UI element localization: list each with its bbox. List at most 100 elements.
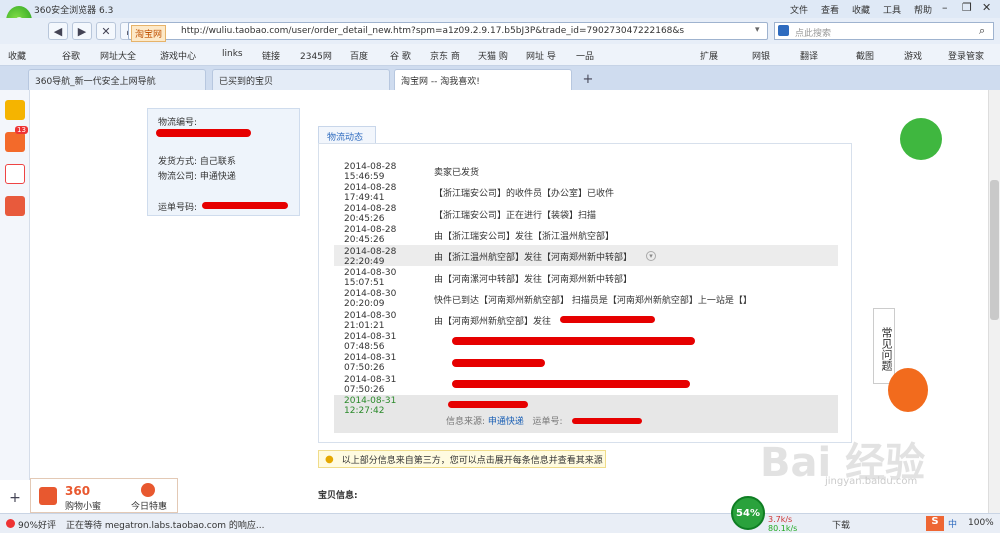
assistant-icon[interactable] <box>888 368 928 412</box>
logistics-row[interactable]: 2014-08-28 17:49:41 【浙江瑞安公司】的收件员【办公室】已收件 <box>334 182 836 203</box>
redacted-mark <box>560 316 655 324</box>
rating-text[interactable]: 90%好评 <box>18 518 56 531</box>
shopping-panel: 360 购物小蜜 今日特惠 <box>30 478 178 513</box>
fav-item[interactable]: 网址大全 <box>100 49 136 62</box>
redacted-mark <box>452 337 695 346</box>
bulb-icon: ● <box>325 453 334 465</box>
menu-tools[interactable]: 工具 <box>883 3 901 16</box>
tab-bought[interactable]: 已买到的宝贝 <box>212 69 390 90</box>
logistics-row[interactable]: 2014-08-28 15:46:59 卖家已发货 <box>334 161 836 182</box>
fav-item[interactable]: 谷 歌 <box>390 49 411 62</box>
download-button[interactable]: 下载 <box>832 518 850 531</box>
rating-icon <box>6 519 15 528</box>
download-speed: 80.1k/s <box>768 524 798 533</box>
network-progress-badge[interactable]: 54% <box>731 496 765 530</box>
logistics-row[interactable]: 2014-08-30 15:07:51 由【河南漯河中转部】发往【河南郑州新中转部… <box>334 268 836 289</box>
tab-taobao[interactable]: 淘宝网 -- 淘我喜欢! <box>394 69 572 90</box>
close-window-icon[interactable]: ✕ <box>982 1 991 14</box>
fav-item[interactable]: 翻译 <box>800 49 818 62</box>
logistics-row[interactable]: 2014-08-31 12:27:42 <box>334 395 836 416</box>
minimize-icon[interactable]: – <box>942 1 948 14</box>
fav-item[interactable]: 谷歌 <box>62 49 80 62</box>
menu-help[interactable]: 帮助 <box>914 3 932 16</box>
logistics-desc: 由【河南漯河中转部】发往【河南郑州新中转部】 <box>434 274 633 285</box>
order-info-panel: 物流编号: 发货方式: 自己联系 物流公司: 申通快递 运单号码: <box>147 108 300 216</box>
search-input[interactable]: 点此搜索 <box>795 26 831 39</box>
forward-icon[interactable]: ▶ <box>72 22 92 40</box>
fav-item[interactable]: 游戏中心 <box>160 49 196 62</box>
logistics-time: 2014-08-28 20:45:26 <box>344 204 397 225</box>
scrollbar[interactable] <box>988 90 1000 513</box>
logistics-time: 2014-08-31 07:48:56 <box>344 331 397 352</box>
back-icon[interactable]: ◀ <box>48 22 68 40</box>
fav-item[interactable]: 2345网 <box>300 49 332 62</box>
menu-view[interactable]: 查看 <box>821 3 839 16</box>
fav-item[interactable]: 登录管家 <box>948 49 984 62</box>
redacted-mark <box>202 202 288 209</box>
logistics-time: 2014-08-31 07:50:26 <box>344 353 397 374</box>
waybill-label: 运单号码: <box>158 203 198 213</box>
ime-mode[interactable]: 中 <box>948 517 957 530</box>
brand-360: 360 <box>65 484 91 498</box>
shopping-assistant-link[interactable]: 购物小蜜 <box>65 499 101 512</box>
fav-item[interactable]: 百度 <box>350 49 368 62</box>
logistics-time: 2014-08-28 20:45:26 <box>344 225 397 246</box>
add-icon[interactable]: + <box>7 490 23 506</box>
daily-deals-link[interactable]: 今日特惠 <box>131 499 167 512</box>
tab-logistics[interactable]: 物流动态 <box>318 126 376 144</box>
logistics-time: 2014-08-28 15:46:59 <box>344 161 397 182</box>
logistics-row[interactable]: 2014-08-31 07:50:26 <box>334 353 836 374</box>
logistics-row[interactable]: 2014-08-28 20:45:26 【浙江瑞安公司】正在进行【装袋】扫描 <box>334 204 836 225</box>
item-section-title: 宝贝信息: <box>318 491 358 501</box>
zoom-level[interactable]: 100% <box>968 518 994 528</box>
deal-icon <box>141 483 155 497</box>
fav-item[interactable]: 链接 <box>262 49 280 62</box>
address-bar[interactable]: 淘宝网 http://wuliu.taobao.com/user/order_d… <box>128 22 768 42</box>
fav-item[interactable]: 天猫 购 <box>478 49 508 62</box>
fav-item[interactable]: links <box>222 49 243 59</box>
logistics-row[interactable]: 2014-08-30 20:20:09 快件已到达【河南郑州新航空部】 扫描员是【… <box>334 289 836 310</box>
logistics-row[interactable]: 2014-08-28 20:45:26 由【浙江瑞安公司】发往【浙江温州航空部】 <box>334 225 836 246</box>
logistics-row[interactable]: 2014-08-28 22:20:49 由【浙江温州航空部】发往【河南郑州新中转部… <box>334 246 836 267</box>
fav-item[interactable]: 网址 导 <box>526 49 556 62</box>
weibo-icon[interactable] <box>5 132 25 152</box>
redacted-mark <box>156 129 251 137</box>
menu-file[interactable]: 文件 <box>790 3 808 16</box>
source-link[interactable]: 申通快递 <box>488 417 524 427</box>
new-tab-icon[interactable]: + <box>578 70 598 88</box>
watermark-url: jingyan.baidu.com <box>825 476 918 487</box>
tracking-label: 物流编号: <box>158 118 198 128</box>
stop-icon[interactable]: ✕ <box>96 22 116 40</box>
ime-icon[interactable]: S <box>926 516 944 531</box>
logistics-time: 2014-08-31 12:27:42 <box>344 395 397 416</box>
navigation-bar: ◀ ▶ ✕ ⌂ 淘宝网 http://wuliu.taobao.com/user… <box>0 18 1000 44</box>
search-icon[interactable]: ⌕ <box>979 24 985 38</box>
ship-method: 发货方式: 自己联系 <box>158 157 236 167</box>
star-icon[interactable] <box>5 100 25 120</box>
logistics-desc: 【浙江瑞安公司】正在进行【装袋】扫描 <box>434 210 597 221</box>
logistics-time: 2014-08-30 20:20:09 <box>344 289 397 310</box>
title-bar: 360安全浏览器 6.3 文件 查看 收藏 工具 帮助 – ❐ ✕ <box>0 0 1000 18</box>
fav-item[interactable]: 扩展 <box>700 49 718 62</box>
fav-item[interactable]: 京东 商 <box>430 49 460 62</box>
menu-favorites[interactable]: 收藏 <box>852 3 870 16</box>
search-box[interactable]: 点此搜索 ⌕ <box>774 22 994 40</box>
logistics-desc: 由【浙江温州航空部】发往【河南郑州新中转部】 <box>434 253 633 264</box>
restore-icon[interactable]: ❐ <box>962 1 972 14</box>
fav-item[interactable]: 一品 <box>576 49 594 62</box>
faq-button[interactable]: 常见问题 <box>873 308 895 384</box>
search-engine-icon[interactable] <box>778 25 789 36</box>
redacted-mark <box>448 401 528 409</box>
scrollbar-thumb[interactable] <box>990 180 999 320</box>
url-text[interactable]: http://wuliu.taobao.com/user/order_detai… <box>181 26 751 36</box>
shop-bag-icon <box>39 487 57 505</box>
fav-item[interactable]: 游戏 <box>904 49 922 62</box>
shopping-icon[interactable] <box>5 196 25 216</box>
tab-360-nav[interactable]: 360导航_新一代安全上网导航 <box>28 69 206 90</box>
fav-item[interactable]: 截图 <box>856 49 874 62</box>
fav-item[interactable]: 收藏 <box>8 49 26 62</box>
mail-icon[interactable] <box>5 164 25 184</box>
fav-item[interactable]: 网银 <box>752 49 770 62</box>
mascot-icon[interactable] <box>900 118 942 160</box>
dropdown-icon[interactable]: ▾ <box>755 25 760 35</box>
